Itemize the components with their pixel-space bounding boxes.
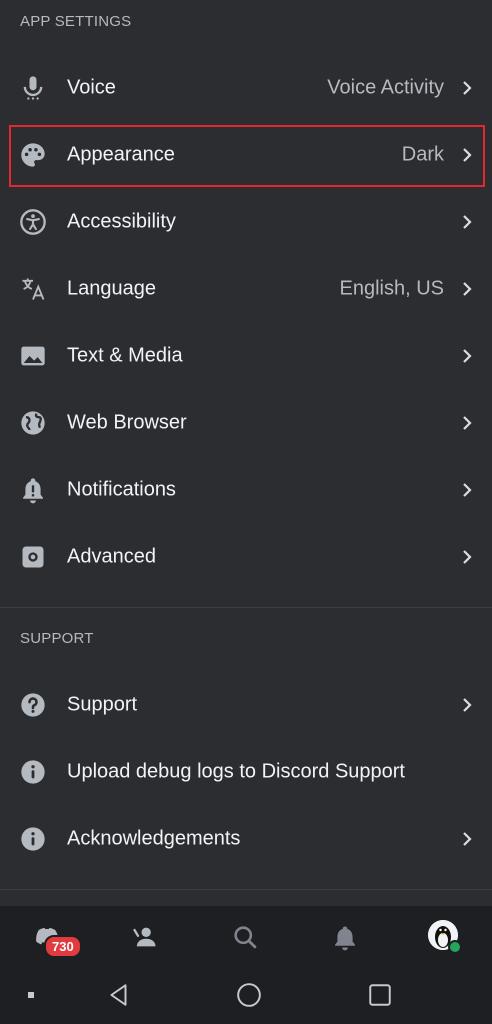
friends-tab-icon[interactable] [130, 922, 160, 952]
voice-label: Voice [67, 76, 116, 99]
accessibility-icon [18, 207, 48, 237]
section-divider [0, 607, 492, 608]
online-status-indicator [448, 940, 462, 954]
accessibility-row[interactable]: Accessibility [0, 189, 492, 255]
microphone-icon [18, 73, 48, 103]
home-icon[interactable] [234, 980, 264, 1010]
appearance-row[interactable]: Appearance Dark [0, 122, 492, 188]
translate-icon [18, 274, 48, 304]
voice-value: Voice Activity [327, 76, 444, 99]
chevron-right-icon [463, 416, 472, 430]
home-badge: 730 [44, 935, 82, 958]
menu-dot-icon[interactable] [16, 980, 46, 1010]
notifications-row[interactable]: Notifications [0, 457, 492, 523]
advanced-row[interactable]: Advanced [0, 524, 492, 590]
support-header: SUPPORT [20, 630, 94, 647]
upload-debug-logs-row[interactable]: Upload debug logs to Discord Support [0, 739, 492, 805]
chevron-right-icon [463, 550, 472, 564]
chevron-right-icon [463, 282, 472, 296]
recents-icon[interactable] [365, 980, 395, 1010]
globe-icon [18, 408, 48, 438]
appearance-value: Dark [401, 143, 444, 166]
back-icon[interactable] [104, 980, 134, 1010]
palette-icon [18, 140, 48, 170]
app-settings-header: APP SETTINGS [20, 13, 132, 30]
image-icon [18, 341, 48, 371]
info-icon [18, 757, 48, 787]
upload-debug-logs-label: Upload debug logs to Discord Support [67, 760, 405, 783]
chevron-right-icon [463, 148, 472, 162]
web-browser-row[interactable]: Web Browser [0, 390, 492, 456]
bell-icon [18, 475, 48, 505]
info-icon [18, 824, 48, 854]
search-tab-icon[interactable] [230, 922, 260, 952]
language-value: English, US [339, 277, 445, 300]
voice-row[interactable]: Voice Voice Activity [0, 55, 492, 121]
language-row[interactable]: Language English, US [0, 256, 492, 322]
chevron-right-icon [463, 81, 472, 95]
advanced-label: Advanced [67, 545, 156, 568]
chip-icon [18, 542, 48, 572]
acknowledgements-label: Acknowledgements [67, 827, 241, 850]
notifications-label: Notifications [67, 478, 176, 501]
notifications-tab-icon[interactable] [330, 922, 360, 952]
web-browser-label: Web Browser [67, 411, 187, 434]
text-media-row[interactable]: Text & Media [0, 323, 492, 389]
chevron-right-icon [463, 832, 472, 846]
language-label: Language [67, 277, 156, 300]
acknowledgements-row[interactable]: Acknowledgements [0, 806, 492, 872]
text-media-label: Text & Media [67, 344, 183, 367]
chevron-right-icon [463, 483, 472, 497]
support-row[interactable]: Support [0, 672, 492, 738]
appearance-label: Appearance [67, 143, 175, 166]
chevron-right-icon [463, 215, 472, 229]
accessibility-label: Accessibility [67, 210, 176, 233]
section-divider [0, 889, 492, 890]
question-icon [18, 690, 48, 720]
chevron-right-icon [463, 698, 472, 712]
chevron-right-icon [463, 349, 472, 363]
support-label: Support [67, 693, 138, 716]
